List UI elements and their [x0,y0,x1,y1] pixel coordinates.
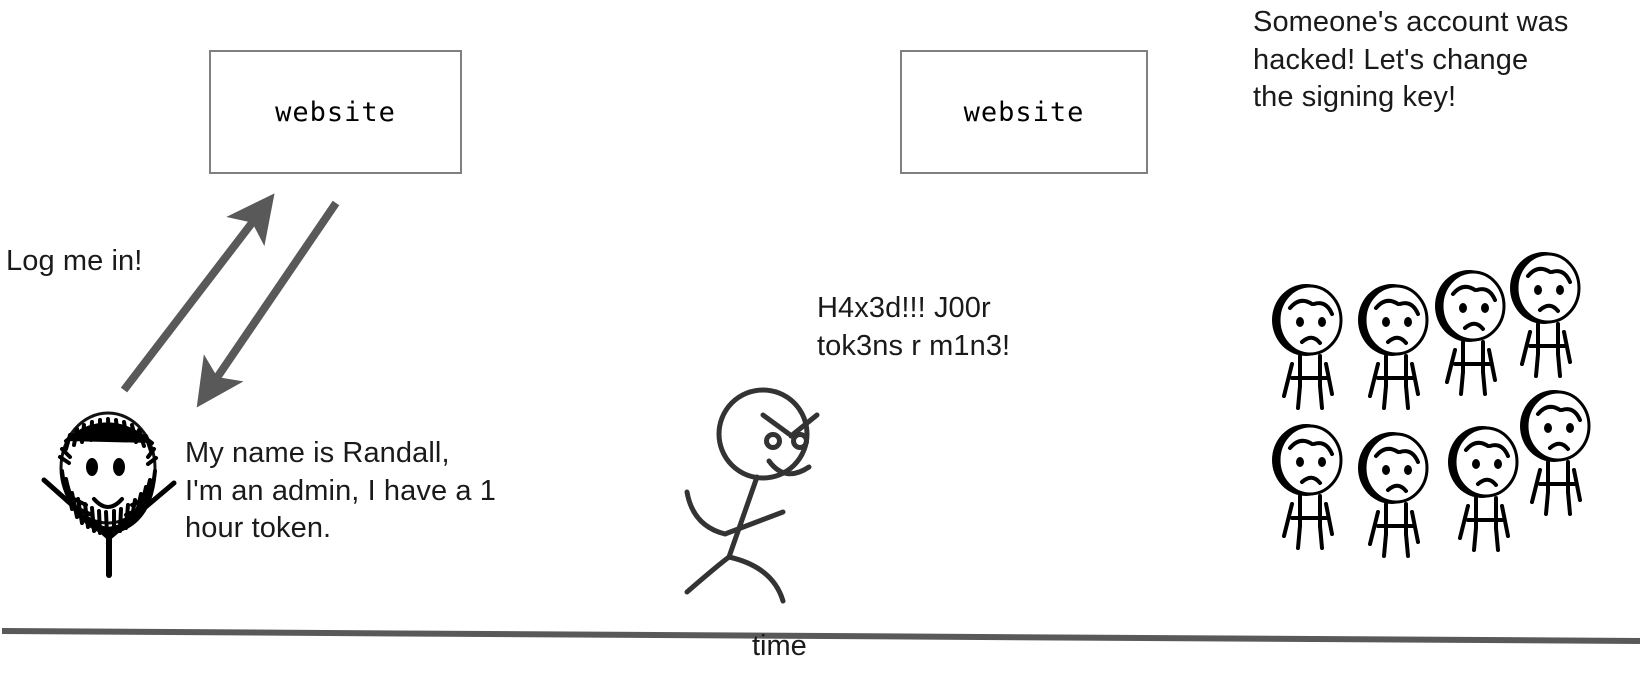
website-box-left: website [209,50,462,174]
xkcd-style-jwt-timeline-diagram: website website Log me in! My name is Ra… [0,0,1642,689]
time-axis-line [1,628,1641,644]
caption-crowd-reaction: Someone's account was hacked! Let's chan… [1253,6,1569,114]
crowd-figure-8 [1520,390,1591,516]
caption-hacker-shout: H4x3d!!! J00r tok3ns r m1n3! [817,292,1011,362]
website-box-right: website [900,50,1148,174]
crowd-figure-4 [1510,252,1581,378]
arrows-group [120,193,340,408]
caption-randall-claim: My name is Randall, I'm an admin, I have… [185,437,496,545]
bearded-user-figure [41,411,177,578]
request-arrow [120,193,275,393]
response-arrow [196,200,340,408]
crowd-figure-6 [1358,432,1429,558]
time-axis-label: time [752,630,807,662]
crowd-figure-2 [1358,284,1429,410]
website-box-left-label: website [275,96,396,128]
crowd-figure-5 [1272,424,1343,550]
hacker-figure [684,387,820,604]
website-box-right-label: website [963,96,1085,128]
caption-log-me-in: Log me in! [6,245,143,277]
crowd-figure-1 [1272,284,1343,410]
